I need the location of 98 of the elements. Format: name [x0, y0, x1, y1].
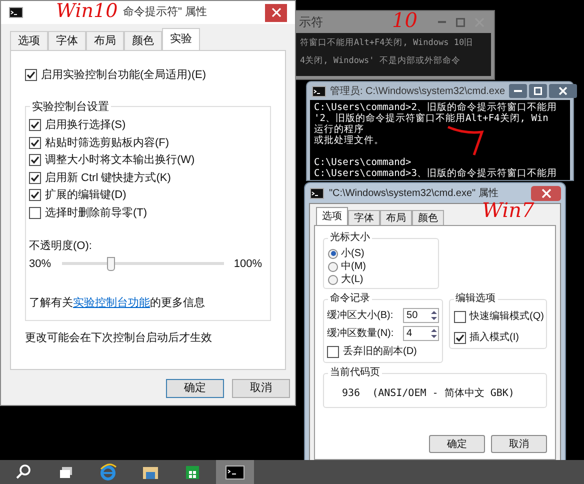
check-mark-icon	[30, 172, 40, 183]
tab[interactable]: 颜色	[124, 31, 162, 50]
slider-min-label: 30%	[29, 257, 52, 272]
check-mark-icon	[26, 70, 36, 80]
radio-label: 中(M)	[341, 260, 366, 272]
annotation-stroke-drawing	[446, 124, 486, 158]
code-page-name: (ANSI/OEM - 简体中文 GBK)	[372, 386, 514, 401]
info-text: 了解有关实验控制台功能的更多信息	[29, 296, 205, 311]
maximize-icon	[456, 18, 465, 26]
minimize-button[interactable]	[509, 84, 528, 98]
group-title: 当前代码页	[328, 367, 382, 379]
check-mark-icon	[30, 155, 40, 166]
console-line: 4关闭, Windows' 不是内部或外部命令	[300, 55, 460, 67]
checkbox[interactable]	[454, 310, 466, 322]
field-label: 缓冲区大小(B):	[327, 308, 394, 323]
radio-label: 大(L)	[341, 274, 364, 286]
radio-button[interactable]	[328, 248, 338, 258]
checkbox-label: 粘贴时筛选剪贴板内容(F)	[45, 136, 170, 150]
tab[interactable]: 字体	[48, 31, 86, 50]
window-title: 示符	[299, 14, 323, 31]
group-title: 编辑选项	[454, 293, 498, 305]
checkbox[interactable]	[25, 69, 37, 82]
console-icon	[312, 86, 326, 96]
spin-field[interactable]: 50	[402, 308, 439, 323]
console-line: C:\Users\command>	[314, 157, 412, 168]
check-mark-icon	[30, 120, 40, 130]
browser-icon	[99, 463, 119, 481]
checkbox-label: 插入模式(I)	[470, 330, 519, 345]
spin-field[interactable]: 4	[402, 326, 439, 341]
spinner-arrows-icon	[430, 309, 438, 322]
handwritten-note: 10	[392, 10, 418, 30]
checkbox[interactable]	[29, 189, 41, 202]
checkbox[interactable]	[29, 154, 41, 166]
tab[interactable]: 布局	[380, 210, 412, 225]
checkbox-label: 快速编辑模式(Q)	[470, 310, 544, 324]
console-icon	[9, 7, 23, 18]
check-mark-icon	[30, 138, 40, 148]
handwritten-note: Win7	[482, 200, 534, 220]
group-title: 光标大小	[328, 232, 372, 244]
console-line: C:\Users\command>3、旧版的命令提示符窗口不能用	[314, 168, 557, 179]
dialog-button[interactable]: 确定	[429, 435, 485, 453]
link[interactable]: 实验控制台功能	[73, 297, 150, 309]
slider-track[interactable]	[62, 257, 224, 272]
handwritten-note: Win10	[56, 2, 118, 21]
console-line: 或批处理文件。	[314, 135, 384, 146]
maximize-button[interactable]	[529, 84, 548, 98]
taskbar-button[interactable]	[216, 460, 254, 484]
slider-thumb[interactable]	[106, 257, 115, 272]
checkbox-label: 扩展的编辑键(D)	[45, 188, 126, 203]
minimize-icon	[438, 21, 446, 23]
console-line: 运行的程序	[314, 124, 364, 135]
checkbox[interactable]	[29, 119, 41, 132]
console-icon	[225, 463, 245, 481]
tab[interactable]: 实验	[162, 28, 200, 50]
minimize-icon	[514, 90, 522, 92]
slider-label: 不透明度(O):	[29, 238, 92, 254]
radio-button[interactable]	[328, 274, 338, 284]
checkbox[interactable]	[327, 346, 339, 358]
checkbox[interactable]	[29, 172, 41, 184]
note-text: 更改可能会在下次控制台启动后才生效	[25, 330, 212, 346]
console-line: '2、旧版的命令提示符窗口不能用Alt+F4关闭, Win	[314, 113, 548, 124]
spinner-arrows-icon	[430, 327, 438, 340]
group-title: 命令记录	[328, 293, 372, 305]
console-line: C:\Users\command>2、旧版的命令提示符窗口不能用	[314, 102, 557, 113]
maximize-icon	[534, 87, 542, 95]
dialog-button[interactable]: 确定	[166, 379, 224, 398]
console-icon	[310, 188, 324, 198]
field-label: 缓冲区数量(N):	[327, 326, 394, 341]
radio-button[interactable]	[328, 262, 338, 272]
dialog-button[interactable]: 取消	[232, 379, 290, 398]
checkbox-label: 启用换行选择(S)	[45, 118, 126, 133]
tab[interactable]: 字体	[348, 210, 380, 225]
dialog-button[interactable]: 取消	[491, 435, 547, 453]
checkbox[interactable]	[29, 136, 41, 149]
window-title: "C:\Windows\system32\cmd.exe" 属性	[329, 186, 498, 200]
slider-max-label: 100%	[234, 257, 262, 272]
tab[interactable]: 颜色	[412, 210, 444, 225]
close-button[interactable]	[549, 84, 578, 98]
close-icon	[559, 87, 568, 95]
check-mark-icon	[454, 332, 465, 342]
radio-label: 小(S)	[341, 248, 364, 260]
window-title: 命令提示符" 属性	[123, 5, 207, 20]
checkbox[interactable]	[454, 332, 466, 344]
checkbox[interactable]	[29, 206, 41, 219]
tab[interactable]: 选项	[316, 207, 348, 225]
console-line: 符窗口不能用Alt+F4关闭, Windows 10旧	[300, 37, 474, 49]
checkbox-label: 启用新 Ctrl 键快捷方式(K)	[45, 170, 171, 186]
close-icon	[272, 8, 280, 17]
checkbox-label: 调整大小时将文本输出换行(W)	[45, 152, 195, 168]
close-icon	[542, 188, 550, 198]
checkbox-label: 选择时删除前导零(T)	[45, 206, 148, 220]
checkbox-label: 启用实验控制台功能(全局适用)(E)	[41, 68, 206, 83]
tab[interactable]: 布局	[86, 31, 124, 50]
checkbox-label: 丢弃旧的副本(D)	[343, 344, 417, 359]
tab[interactable]: 选项	[10, 31, 48, 50]
check-mark-icon	[30, 190, 40, 200]
code-page-number: 936	[342, 387, 360, 401]
window-title: 管理员: C:\Windows\system32\cmd.exe	[330, 84, 506, 98]
